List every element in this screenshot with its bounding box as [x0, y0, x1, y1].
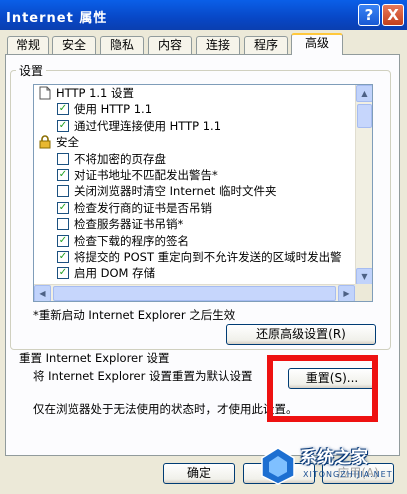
arrow-up-icon: ▲ — [361, 89, 368, 98]
tab-content[interactable]: 内容 — [148, 36, 192, 54]
watermark-name: 系统之家 — [300, 448, 368, 468]
settings-option[interactable]: ✓ 检查发行商的证书是否吊销 — [34, 200, 355, 216]
lock-icon — [39, 135, 51, 149]
window-title: Internet 属性 — [6, 11, 108, 26]
settings-option[interactable]: 检查服务器证书吊销* — [34, 216, 355, 232]
site-logo-icon — [261, 447, 295, 485]
watermark: 系统之家 XITONGZHIJIA.NET — [257, 440, 407, 494]
settings-option[interactable]: ✓ 启用 DOM 存储 — [34, 265, 355, 281]
settings-option[interactable]: ✓ 将提交的 POST 重定向到不允许发送的区域时发出警 — [34, 249, 355, 265]
settings-item-label: 安全 — [56, 135, 79, 150]
close-icon: X — [387, 6, 399, 24]
settings-item-label: 检查服务器证书吊销* — [74, 217, 184, 232]
settings-item-label: 检查下载的程序的签名 — [74, 233, 189, 248]
settings-item-label: 将提交的 POST 重定向到不允许发送的区域时发出警 — [74, 249, 342, 264]
checkbox[interactable]: ✓ — [57, 119, 69, 132]
settings-item-label: 使用 HTTP 1.1 — [74, 102, 153, 117]
settings-list-items: HTTP 1.1 设置 ✓ 使用 HTTP 1.1 ✓ 通过代理连接使用 HTTP 1.… — [34, 85, 355, 285]
checkbox[interactable]: ✓ — [57, 250, 69, 263]
tab-connections[interactable]: 连接 — [196, 36, 240, 54]
help-icon: ? — [364, 6, 374, 24]
tab-general[interactable]: 常规 — [7, 36, 49, 54]
reset-section-title: 重置 Internet Explorer 设置 — [19, 351, 170, 365]
scrollbar-corner — [355, 284, 372, 301]
settings-category: HTTP 1.1 设置 — [34, 85, 355, 101]
reset-note: 仅在浏览器处于无法使用的状态时，才使用此设置。 — [33, 402, 298, 416]
watermark-url: XITONGZHIJIA.NET — [303, 470, 393, 479]
settings-option[interactable]: ✓ 对证书地址不匹配发出警告* — [34, 167, 355, 183]
settings-item-label: 检查发行商的证书是否吊销 — [74, 200, 212, 215]
ok-button[interactable]: 确定 — [163, 463, 235, 484]
settings-item-label: 通过代理连接使用 HTTP 1.1 — [74, 118, 222, 133]
settings-option[interactable]: ✓ 使用 HTTP 1.1 — [34, 101, 355, 117]
checkbox[interactable]: ✓ — [57, 267, 69, 280]
settings-category: 安全 — [34, 134, 355, 150]
title-bar: Internet 属性 ? X — [0, 0, 407, 30]
settings-option[interactable]: 关闭浏览器时清空 Internet 临时文件夹 — [34, 183, 355, 199]
settings-option[interactable]: 不将加密的页存盘 — [34, 151, 355, 167]
arrow-left-icon: ◀ — [39, 289, 46, 298]
settings-item-label: HTTP 1.1 设置 — [56, 86, 135, 100]
vertical-scrollbar[interactable]: ▲ ▼ — [355, 85, 372, 285]
settings-option[interactable]: ✓ 通过代理连接使用 HTTP 1.1 — [34, 118, 355, 134]
checkbox[interactable]: ✓ — [57, 201, 69, 214]
checkbox[interactable] — [57, 218, 69, 231]
scroll-right-button[interactable]: ▶ — [338, 285, 355, 301]
scroll-up-button[interactable]: ▲ — [356, 85, 372, 102]
settings-item-label: 启用 DOM 存储 — [74, 266, 156, 281]
checkbox[interactable]: ✓ — [57, 234, 69, 247]
settings-list[interactable]: HTTP 1.1 设置 ✓ 使用 HTTP 1.1 ✓ 通过代理连接使用 HTTP 1.… — [33, 84, 373, 302]
restart-note: *重新启动 Internet Explorer 之后生效 — [33, 308, 236, 322]
vertical-scroll-thumb[interactable] — [357, 104, 372, 128]
settings-item-label: 不将加密的页存盘 — [74, 151, 166, 166]
highlight-box — [267, 355, 378, 422]
arrow-down-icon: ▼ — [361, 272, 368, 281]
checkbox[interactable] — [57, 152, 69, 165]
horizontal-scrollbar[interactable]: ◀ ▶ — [34, 284, 355, 301]
settings-group-label: 设置 — [16, 62, 47, 79]
page-icon — [39, 86, 51, 100]
settings-item-label: 关闭浏览器时清空 Internet 临时文件夹 — [74, 184, 277, 199]
help-button[interactable]: ? — [358, 4, 380, 26]
checkbox[interactable]: ✓ — [57, 168, 69, 181]
close-button[interactable]: X — [382, 4, 404, 26]
checkbox[interactable]: ✓ — [57, 103, 69, 116]
checkbox[interactable] — [57, 185, 69, 198]
scroll-left-button[interactable]: ◀ — [34, 285, 51, 301]
arrow-right-icon: ▶ — [343, 289, 350, 298]
tab-privacy[interactable]: 隐私 — [100, 36, 144, 54]
tab-security[interactable]: 安全 — [52, 36, 96, 54]
tab-programs[interactable]: 程序 — [244, 36, 288, 54]
horizontal-scroll-thumb[interactable] — [53, 286, 336, 301]
settings-item-label: 对证书地址不匹配发出警告* — [74, 167, 218, 182]
restore-advanced-settings-button[interactable]: 还原高级设置(R) — [226, 324, 376, 345]
scroll-down-button[interactable]: ▼ — [356, 268, 372, 285]
reset-description: 将 Internet Explorer 设置重置为默认设置 — [33, 369, 253, 383]
tab-advanced[interactable]: 高级 — [291, 33, 343, 55]
settings-option[interactable]: ✓ 检查下载的程序的签名 — [34, 233, 355, 249]
